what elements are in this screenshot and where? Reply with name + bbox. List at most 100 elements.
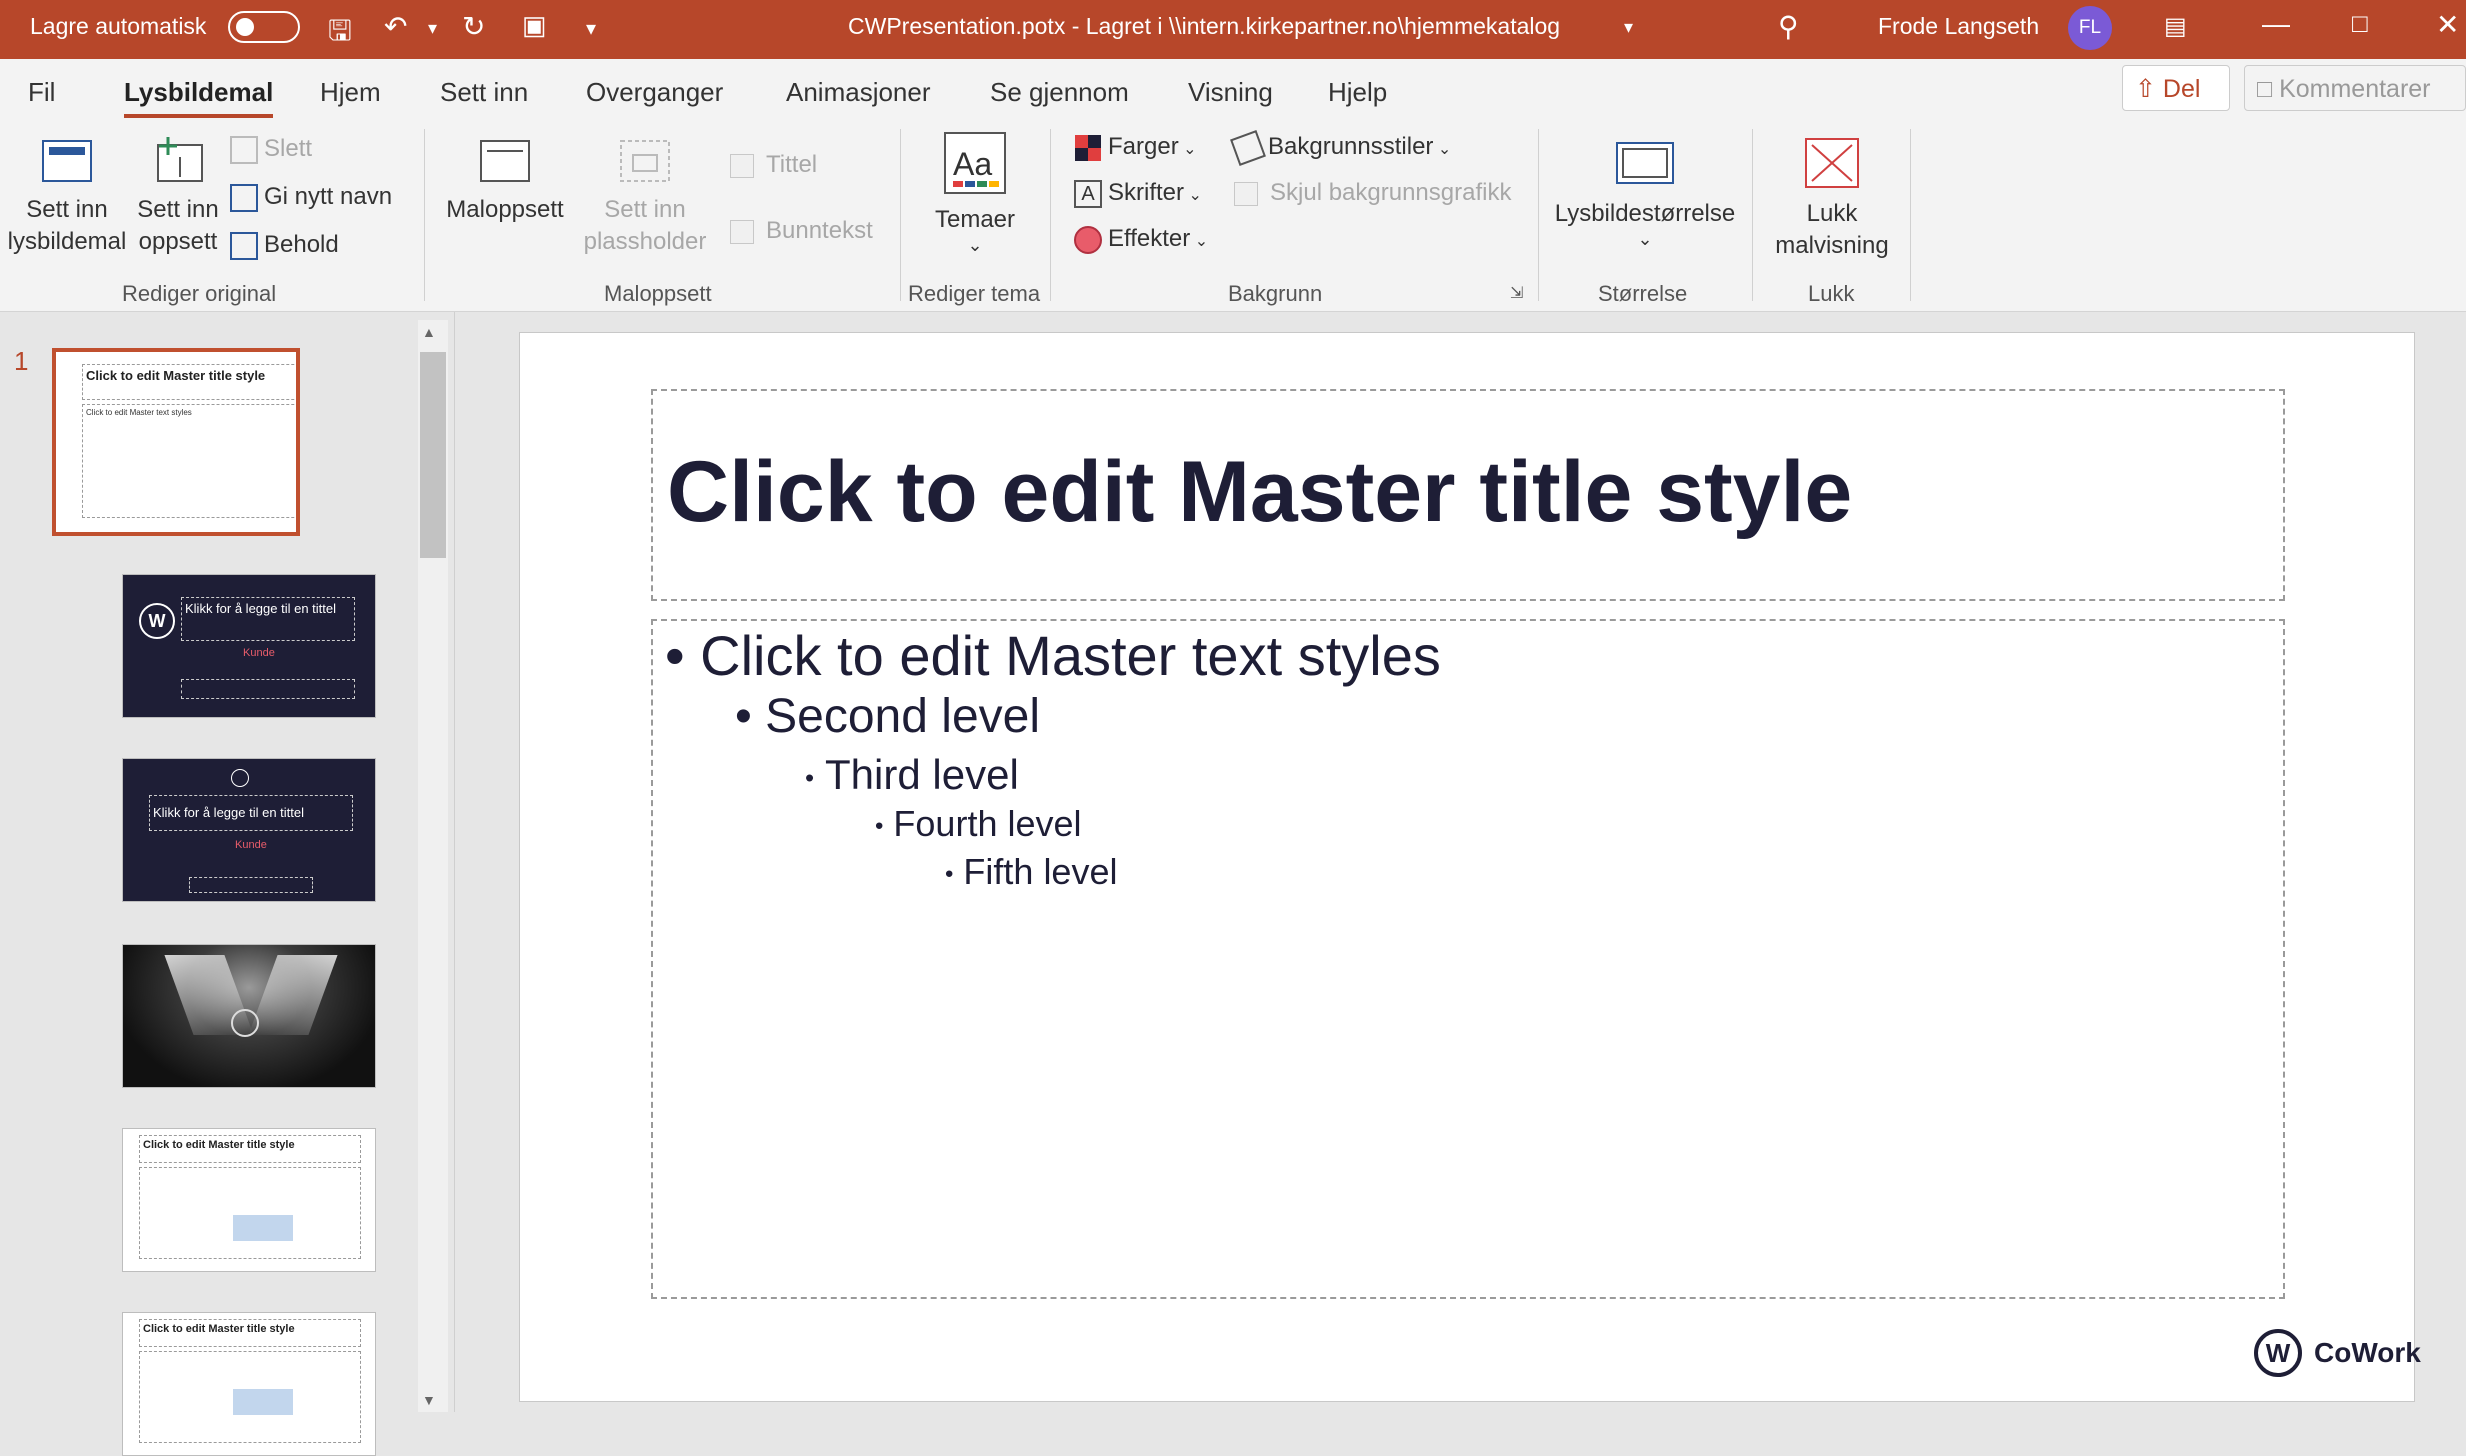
tab-insert[interactable]: Sett inn [440,77,528,108]
tab-home[interactable]: Hjem [320,77,381,108]
close-label-1: Lukk [1806,200,1858,227]
spotlight-graphic [248,955,338,1035]
dialog-launcher-icon[interactable]: ⇲ [1510,283,1523,303]
share-icon: ⇧ [2135,75,2156,103]
effects-label: Effekter [1108,225,1191,252]
group-separator [1910,129,1911,301]
master-layout-button[interactable]: Maloppsett [440,137,570,226]
preserve-label: Behold [264,231,339,258]
maximize-icon[interactable]: □ [2352,8,2368,39]
scroll-up-icon[interactable]: ▲ [422,324,436,340]
user-name[interactable]: Frode Langseth [1878,13,2039,40]
colors-icon [1075,134,1101,161]
undo-icon[interactable]: ↶ [384,10,407,43]
title-check-label: Tittel [766,151,818,178]
body-placeholder[interactable]: • Click to edit Master text styles • Sec… [651,619,2285,1299]
themes-label: Temaer [934,206,1016,233]
effects-button[interactable]: Effekter ⌄ [1074,225,1208,254]
present-icon[interactable]: ▣ [522,10,547,41]
redo-icon[interactable]: ↻ [462,10,485,43]
insert-layout-button[interactable]: Sett inn oppsett [132,137,224,258]
tab-animations[interactable]: Animasjoner [786,77,931,108]
title-placeholder[interactable]: Click to edit Master title style [651,389,2285,601]
group-label-background: Bakgrunn [1228,281,1323,306]
pane-divider[interactable] [454,312,455,1412]
footer-checkbox[interactable]: Bunntekst [730,217,873,245]
tab-view[interactable]: Visning [1188,77,1273,108]
ribbon-tabs: Fil Lysbildemal Hjem Sett inn Overganger… [0,59,2466,121]
thumbnail-master[interactable]: Click to edit Master title style Click t… [52,348,300,536]
thumbnail-pane: 1 Click to edit Master title style Click… [0,312,448,1456]
scroll-down-icon[interactable]: ▼ [422,1392,436,1408]
thumb-body-box [139,1167,361,1259]
group-label-edit-theme: Rediger tema [908,281,1041,306]
insert-placeholder-button[interactable]: Sett inn plassholder [570,137,720,258]
insert-layout-icon [157,137,203,182]
save-icon[interactable]: 🖫 [328,10,352,58]
text-level-1: • Click to edit Master text styles [665,624,1441,687]
autosave-toggle[interactable] [228,11,300,43]
background-styles-button[interactable]: Bakgrunnsstiler ⌄ [1230,129,1452,166]
thumbnail-layout[interactable]: Click to edit Master title style [122,1128,376,1272]
document-title[interactable]: CWPresentation.potx - Lagret i \\intern.… [848,13,1560,40]
text-level-5-label: Fifth level [963,851,1118,892]
master-layout-label: Maloppsett [446,196,564,223]
title-checkbox[interactable]: Tittel [730,151,817,179]
close-master-view-button[interactable]: Lukk malvisning [1764,137,1900,262]
search-icon[interactable]: ⚲ [1778,10,1799,43]
text-level-3: • Third level [805,751,1019,798]
scrollbar-thumb[interactable] [420,352,446,558]
avatar[interactable]: FL [2068,6,2112,50]
customize-qat-icon[interactable]: ▾ [586,16,596,41]
share-button[interactable]: ⇧ Del [2122,65,2230,111]
rename-button[interactable]: Gi nytt navn [230,183,392,212]
share-label: Del [2162,75,2201,103]
group-label-edit-master: Rediger original [122,281,277,306]
undo-dropdown-icon[interactable]: ▾ [428,18,437,39]
preserve-button[interactable]: Behold [230,231,339,260]
tab-slide-master[interactable]: Lysbildemal [124,77,274,118]
comments-button[interactable]: □ Kommentarer [2244,65,2466,111]
slide-size-icon [1616,142,1674,184]
title-dropdown-icon[interactable]: ▾ [1624,17,1633,38]
fonts-dropdown-icon: ⌄ [1184,187,1202,204]
delete-button[interactable]: Slett [230,135,312,164]
thumb-date-box [181,679,355,699]
slide-canvas[interactable]: Click to edit Master title style • Click… [519,332,2421,1402]
fonts-button[interactable]: A Skrifter ⌄ [1074,179,1202,208]
group-label-close: Lukk [1808,281,1855,306]
master-layout-icon [480,140,530,182]
group-separator [424,129,425,301]
tab-review[interactable]: Se gjennom [990,77,1129,108]
close-window-icon[interactable]: ✕ [2436,8,2459,41]
ribbon-display-icon[interactable]: ▤ [2164,12,2187,41]
cowork-logo-icon [231,1009,259,1037]
insert-slide-master-button[interactable]: Sett inn lysbildemal [6,137,128,258]
content-icons [233,1215,293,1241]
comment-icon: □ [2257,75,2273,103]
delete-label: Slett [264,135,313,162]
group-separator [1752,129,1753,301]
thumbnail-layout[interactable]: Klikk for å legge til en tittel Kunde [122,758,376,902]
rename-label: Gi nytt navn [264,183,393,210]
tab-transitions[interactable]: Overganger [586,77,723,108]
thumbnail-layout[interactable]: W Klikk for å legge til en tittel Kunde [122,574,376,718]
fonts-icon: A [1074,179,1102,208]
colors-button[interactable]: Farger ⌄ [1074,133,1197,162]
thumbnail-layout[interactable] [122,944,376,1088]
themes-button[interactable]: Aa Temaer ⌄ [910,131,1040,254]
pin-icon [230,231,258,260]
minimize-icon[interactable]: — [2262,8,2290,40]
thumbnail-scrollbar[interactable]: ▲ ▼ [418,320,448,1412]
content-icons [233,1389,293,1415]
tab-help[interactable]: Hjelp [1328,77,1387,108]
rename-icon [230,183,258,212]
delete-icon [230,135,258,164]
slide-size-button[interactable]: Lysbildestørrelse ⌄ [1550,137,1740,248]
tab-file[interactable]: Fil [28,77,55,108]
insert-layout-label-1: Sett inn [137,196,219,223]
slide-size-label: Lysbildestørrelse [1554,200,1736,227]
thumbnail-layout[interactable]: Click to edit Master title style [122,1312,376,1456]
hide-background-checkbox[interactable]: Skjul bakgrunnsgrafikk [1234,179,1511,207]
bg-styles-dropdown-icon: ⌄ [1433,141,1452,158]
